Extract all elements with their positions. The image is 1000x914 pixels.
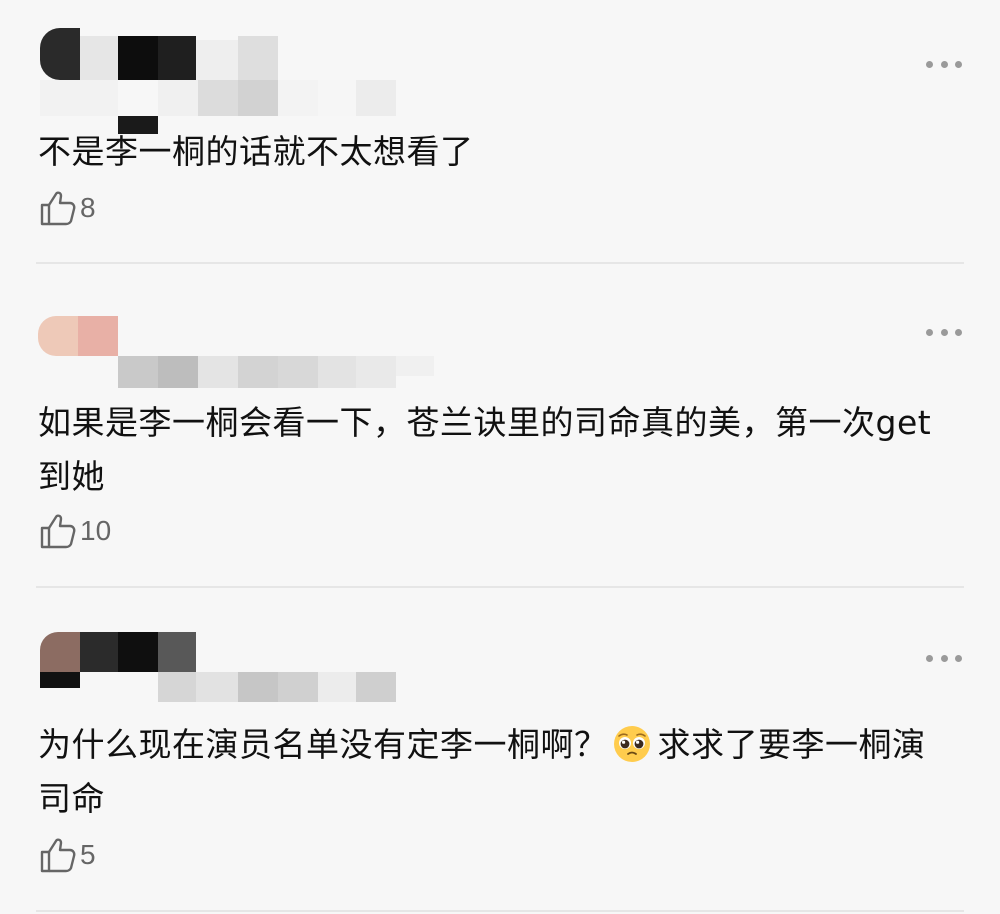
comment-text: 不是李一桐的话就不太想看了 xyxy=(38,132,474,171)
divider xyxy=(36,910,964,912)
like-button[interactable]: 8 xyxy=(38,188,96,228)
like-button[interactable]: 10 xyxy=(38,511,111,551)
dot-icon xyxy=(955,60,962,68)
more-options-button[interactable] xyxy=(926,652,962,664)
like-count: 5 xyxy=(80,839,96,870)
dot-icon xyxy=(955,328,962,336)
like-count: 8 xyxy=(80,192,96,223)
dot-icon xyxy=(955,654,962,662)
thumbs-up-icon xyxy=(40,191,76,226)
like-count: 10 xyxy=(80,515,112,546)
pleading-face-icon xyxy=(613,726,650,762)
more-options-button[interactable] xyxy=(926,326,962,338)
comment-text-part: 为什么现在演员名单没有定李一桐啊？ xyxy=(38,725,608,764)
dot-icon xyxy=(940,60,948,68)
dot-icon xyxy=(926,654,933,662)
dot-icon xyxy=(926,328,933,336)
comment-text: 为什么现在演员名单没有定李一桐啊？ 求求了要李一桐演司命 xyxy=(38,718,938,826)
dot-icon xyxy=(940,328,948,336)
comment-item-3: 为什么现在演员名单没有定李一桐啊？ 求求了要李一桐演司命 5 xyxy=(0,588,1000,914)
like-button[interactable]: 5 xyxy=(38,835,96,875)
comment-item-2: 如果是李一桐会看一下，苍兰诀里的司命真的美，第一次get到她 10 xyxy=(0,264,1000,586)
thumbs-up-icon xyxy=(40,838,76,873)
comment-text: 如果是李一桐会看一下，苍兰诀里的司命真的美，第一次get到她 xyxy=(38,403,932,496)
user-header-pixelated[interactable] xyxy=(0,588,460,708)
dot-icon xyxy=(940,654,948,662)
comment-item-1: 不是李一桐的话就不太想看了 8 xyxy=(0,0,1000,262)
user-header-pixelated[interactable] xyxy=(0,264,460,388)
thumbs-up-icon xyxy=(40,514,76,549)
more-options-button[interactable] xyxy=(926,58,962,70)
user-header-pixelated[interactable] xyxy=(0,0,460,134)
dot-icon xyxy=(926,60,933,68)
